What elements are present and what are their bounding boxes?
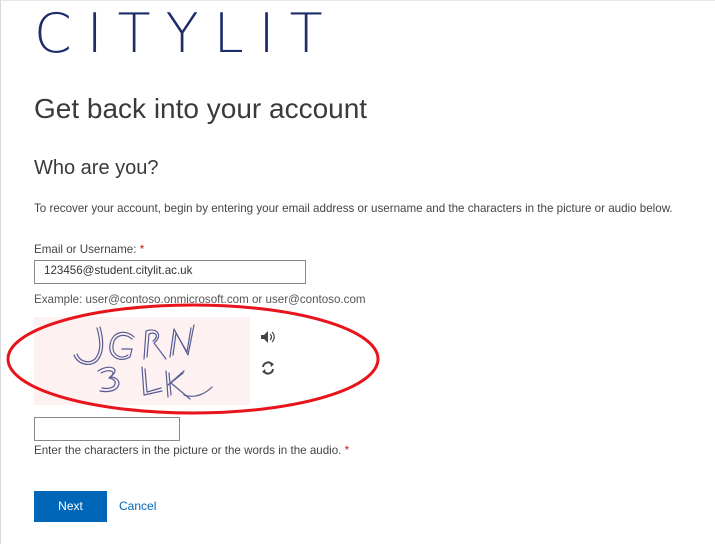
cancel-link[interactable]: Cancel (119, 499, 156, 513)
page-title: Get back into your account (34, 93, 368, 124)
email-label: Email or Username: * (34, 243, 144, 256)
captcha-label-text: Enter the characters in the picture or t… (34, 444, 342, 457)
speaker-icon[interactable] (261, 330, 275, 343)
captcha-image (34, 317, 250, 405)
next-button[interactable]: Next (34, 491, 107, 522)
captcha-input[interactable] (34, 417, 180, 441)
required-marker: * (344, 444, 350, 457)
email-input[interactable]: 123456@student.citylit.ac.uk (34, 260, 306, 284)
citylit-logo: CITYLIT (34, 2, 338, 65)
email-label-text: Email or Username: (34, 243, 137, 256)
page-subtitle: Who are you? (34, 157, 159, 179)
password-recovery-page: CITYLIT Get back into your account Who a… (0, 0, 715, 544)
email-example-text: Example: user@contoso.onmicrosoft.com or… (34, 293, 366, 306)
required-marker: * (139, 243, 145, 256)
captcha-label: Enter the characters in the picture or t… (34, 444, 349, 457)
refresh-icon[interactable] (261, 361, 275, 375)
intro-text: To recover your account, begin by enteri… (34, 202, 673, 215)
